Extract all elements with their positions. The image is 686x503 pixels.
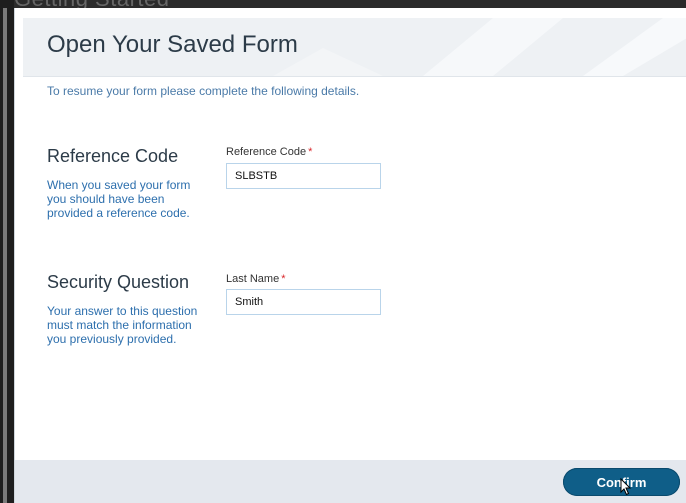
dialog-footer: Confirm bbox=[15, 460, 686, 503]
open-saved-form-dialog: Open Your Saved Form To resume your form… bbox=[14, 8, 686, 503]
mouse-pointer-icon bbox=[620, 478, 632, 496]
last-name-label: Last Name * bbox=[226, 273, 285, 285]
dialog-header: Open Your Saved Form bbox=[23, 18, 686, 77]
section-title-security-question: Security Question bbox=[47, 272, 190, 292]
required-asterisk: * bbox=[281, 273, 286, 285]
reference-code-label: Reference Code * bbox=[226, 146, 312, 158]
reference-code-label-text: Reference Code bbox=[226, 146, 307, 158]
last-name-input[interactable] bbox=[226, 289, 381, 315]
intro-text: To resume your form please complete the … bbox=[47, 84, 360, 98]
section-desc-security-question: Your answer to this question must match … bbox=[47, 304, 198, 346]
section-desc-reference-code: When you saved your form you should have… bbox=[47, 178, 191, 220]
background-left-edge bbox=[0, 0, 14, 503]
reference-code-input[interactable] bbox=[226, 163, 381, 189]
section-title-reference-code: Reference Code bbox=[47, 146, 179, 166]
last-name-label-text: Last Name bbox=[226, 273, 280, 285]
dialog-title: Open Your Saved Form bbox=[47, 31, 298, 58]
required-asterisk: * bbox=[308, 146, 313, 158]
